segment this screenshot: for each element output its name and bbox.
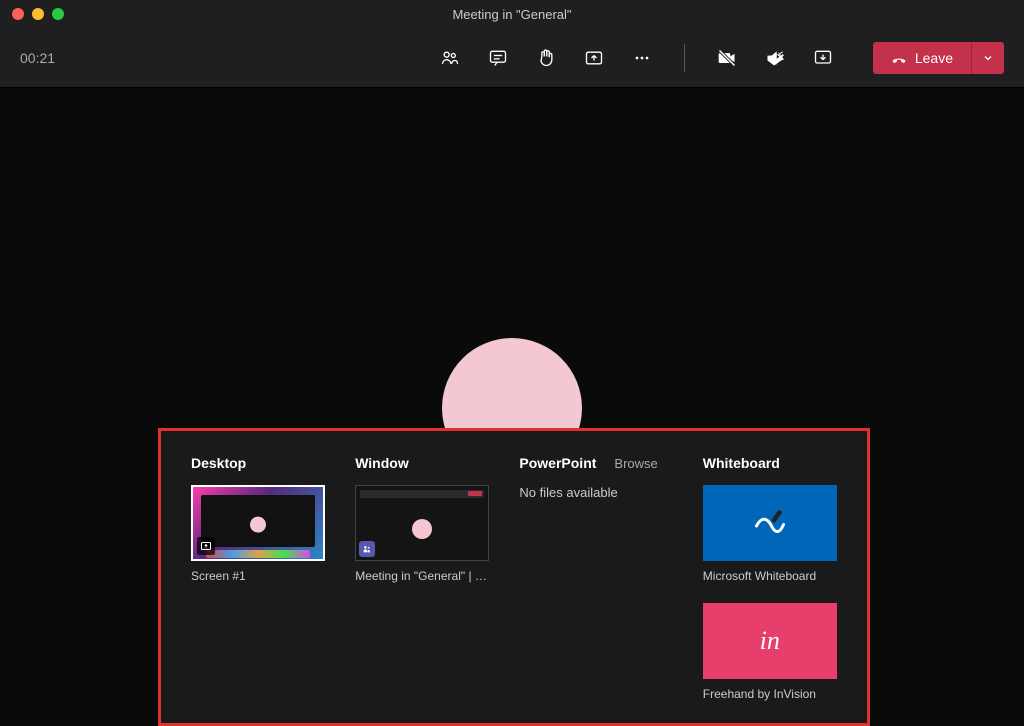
leave-label: Leave <box>915 50 953 66</box>
participants-icon[interactable] <box>440 48 460 68</box>
whiteboard-invision-label: Freehand by InVision <box>703 687 837 701</box>
thumb-avatar <box>250 517 266 533</box>
whiteboard-ms-label: Microsoft Whiteboard <box>703 569 837 583</box>
desktop-header: Desktop <box>191 455 325 471</box>
share-overlay-icon <box>197 537 215 555</box>
share-column-powerpoint: PowerPoint Browse No files available <box>519 455 672 701</box>
share-desktop-screen-1[interactable] <box>191 485 325 561</box>
share-tray: Desktop Screen #1 Window <box>158 428 870 726</box>
meeting-timer: 00:21 <box>20 50 55 66</box>
share-column-window: Window Meeting in "General" | M... <box>355 455 489 701</box>
download-icon[interactable] <box>813 48 833 68</box>
more-options-icon[interactable] <box>632 48 652 68</box>
browse-link[interactable]: Browse <box>614 456 657 471</box>
leave-options-button[interactable] <box>971 42 1004 74</box>
powerpoint-label: PowerPoint <box>519 455 596 471</box>
close-window-button[interactable] <box>12 8 24 20</box>
chat-icon[interactable] <box>488 48 508 68</box>
camera-off-icon[interactable] <box>717 48 737 68</box>
thumb-avatar <box>412 519 432 539</box>
powerpoint-header: PowerPoint Browse <box>519 455 672 471</box>
chevron-down-icon <box>982 52 994 64</box>
toolbar-actions: × Leave <box>440 42 1004 74</box>
leave-button-group: Leave <box>873 42 1004 74</box>
minimize-window-button[interactable] <box>32 8 44 20</box>
whiteboard-header: Whiteboard <box>703 455 837 471</box>
hangup-icon <box>891 50 907 66</box>
thumb-toolbar <box>360 490 484 498</box>
titlebar: Meeting in "General" <box>0 0 1024 28</box>
share-screen-icon[interactable] <box>584 48 604 68</box>
whiteboard-microsoft[interactable] <box>703 485 837 561</box>
no-files-message: No files available <box>519 485 672 500</box>
share-column-desktop: Desktop Screen #1 <box>191 455 325 701</box>
maximize-window-button[interactable] <box>52 8 64 20</box>
meeting-toolbar: 00:21 × Leave <box>0 28 1024 88</box>
leave-button[interactable]: Leave <box>873 42 971 74</box>
window-controls <box>12 8 64 20</box>
share-column-whiteboard: Whiteboard Microsoft Whiteboard in Freeh… <box>703 455 837 701</box>
teams-app-icon <box>359 541 375 557</box>
whiteboard-icon <box>752 505 788 541</box>
thumb-dock <box>206 550 310 558</box>
desktop-item-label: Screen #1 <box>191 569 325 583</box>
toolbar-divider <box>684 44 685 72</box>
invision-icon: in <box>760 626 780 656</box>
window-title: Meeting in "General" <box>452 7 571 22</box>
window-item-label: Meeting in "General" | M... <box>355 569 489 583</box>
mic-muted-icon[interactable]: × <box>765 48 785 68</box>
whiteboard-invision[interactable]: in <box>703 603 837 679</box>
window-header: Window <box>355 455 489 471</box>
meeting-stage: Desktop Screen #1 Window <box>0 88 1024 667</box>
raise-hand-icon[interactable] <box>536 48 556 68</box>
share-window-teams[interactable] <box>355 485 489 561</box>
